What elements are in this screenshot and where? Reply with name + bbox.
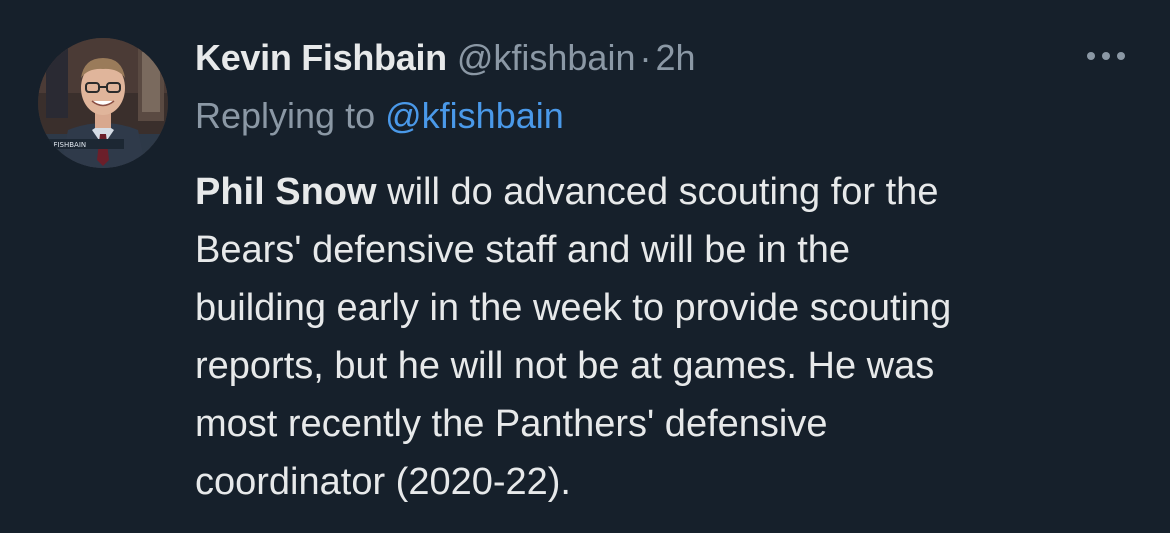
more-dot bbox=[1117, 52, 1125, 60]
tweet-text: Phil Snow will do advanced scouting for … bbox=[195, 163, 1155, 511]
tweet-line-1: Phil Snow will do advanced scouting for … bbox=[195, 163, 1155, 221]
tweet-line: most recently the Panthers' defensive bbox=[195, 403, 828, 445]
more-dot bbox=[1102, 52, 1110, 60]
timestamp[interactable]: 2h bbox=[655, 37, 695, 78]
reply-mention-link[interactable]: @kfishbain bbox=[385, 95, 564, 136]
tweet-line: building early in the week to provide sc… bbox=[195, 287, 952, 329]
replying-to: Replying to @kfishbain bbox=[195, 88, 564, 144]
author-name[interactable]: Kevin Fishbain bbox=[195, 37, 447, 78]
avatar-caption: N FISHBAIN bbox=[46, 141, 86, 149]
tweet-line-1-rest: will do advanced scouting for the bbox=[376, 171, 939, 213]
tweet-header: Kevin Fishbain @kfishbain · 2h bbox=[195, 30, 696, 86]
separator-dot: · bbox=[639, 37, 652, 78]
avatar-photo: N FISHBAIN bbox=[38, 38, 168, 168]
tweet-line: reports, but he will not be at games. He… bbox=[195, 345, 935, 387]
replying-to-label: Replying to bbox=[195, 95, 376, 136]
more-options-icon[interactable] bbox=[1082, 40, 1132, 70]
bold-name: Phil Snow bbox=[195, 171, 377, 213]
author-handle[interactable]: @kfishbain bbox=[457, 37, 636, 78]
tweet-line: Bears' defensive staff and will be in th… bbox=[195, 229, 851, 271]
tweet-line: coordinator (2020-22). bbox=[195, 461, 571, 503]
tweet: N FISHBAIN Kevin Fishbain @kfishbain · 2h R… bbox=[0, 0, 1170, 533]
more-dot bbox=[1087, 52, 1095, 60]
avatar[interactable]: N FISHBAIN bbox=[38, 38, 168, 168]
